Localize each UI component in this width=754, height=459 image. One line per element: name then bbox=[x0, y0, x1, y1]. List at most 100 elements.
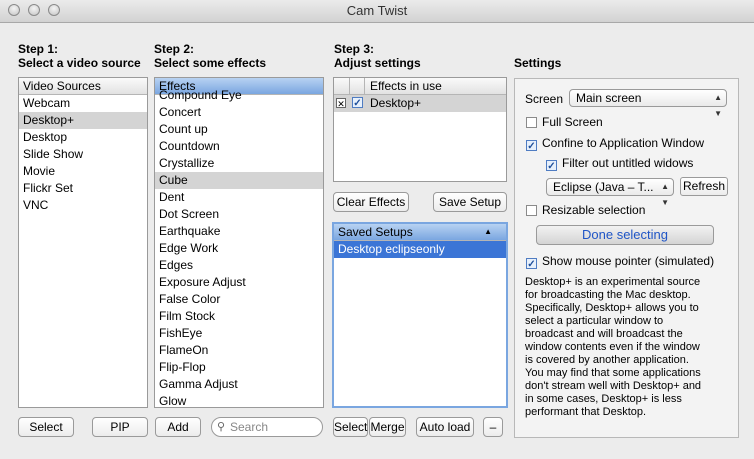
filter-option[interactable]: ✓ Filter out untitled widows bbox=[546, 156, 694, 172]
saved-setups-list[interactable]: Saved Setups ▲ Desktop eclipseonly bbox=[332, 222, 508, 408]
filter-checkbox[interactable]: ✓ bbox=[546, 160, 557, 172]
video-source-item[interactable]: Movie bbox=[19, 163, 147, 180]
add-effect-button[interactable]: Add bbox=[155, 417, 201, 437]
remove-setup-button[interactable]: – bbox=[483, 417, 503, 437]
effect-item[interactable]: Compound Eye bbox=[155, 87, 323, 104]
step2-heading-line2: Select some effects bbox=[154, 56, 267, 70]
effect-item[interactable]: Exposure Adjust bbox=[155, 274, 323, 291]
effect-item[interactable]: Edge Work bbox=[155, 240, 323, 257]
video-source-item[interactable]: Slide Show bbox=[19, 146, 147, 163]
video-source-item[interactable]: Desktop bbox=[19, 129, 147, 146]
description-line: broadcast and will broadcast the bbox=[525, 328, 683, 340]
effect-item[interactable]: Gamma Adjust bbox=[155, 376, 323, 393]
effect-item[interactable]: Film Stock bbox=[155, 308, 323, 325]
full-screen-checkbox[interactable] bbox=[526, 117, 537, 128]
clear-effects-button[interactable]: Clear Effects bbox=[333, 192, 409, 212]
filter-label: Filter out untitled widows bbox=[562, 156, 694, 170]
effect-in-use-row[interactable]: ✕ ✓ Desktop+ bbox=[334, 95, 506, 112]
step3-heading: Step 3: Adjust settings bbox=[334, 42, 421, 70]
effects-in-use-header-label: Effects in use bbox=[370, 79, 442, 93]
step1-heading: Step 1: Select a video source bbox=[18, 42, 141, 70]
step3-heading-line2: Adjust settings bbox=[334, 56, 421, 70]
video-sources-header[interactable]: Video Sources bbox=[19, 78, 147, 95]
resizable-option[interactable]: Resizable selection bbox=[526, 203, 645, 217]
effect-item[interactable]: FlameOn bbox=[155, 342, 323, 359]
show-pointer-label: Show mouse pointer (simulated) bbox=[542, 254, 715, 268]
effect-enabled-checkbox[interactable]: ✓ bbox=[352, 97, 363, 109]
pip-button[interactable]: PIP bbox=[92, 417, 148, 437]
saved-setups-items: Desktop eclipseonly bbox=[334, 241, 506, 258]
video-source-item[interactable]: Desktop+ bbox=[19, 112, 147, 129]
column-divider bbox=[349, 78, 350, 94]
description-line: Specifically, Desktop+ allows you to bbox=[525, 302, 699, 314]
confine-label: Confine to Application Window bbox=[542, 136, 705, 150]
saved-setups-header[interactable]: Saved Setups ▲ bbox=[334, 224, 506, 241]
step1-heading-line2: Select a video source bbox=[18, 56, 141, 70]
step2-heading: Step 2: Select some effects bbox=[154, 42, 266, 70]
effect-item[interactable]: Crystallize bbox=[155, 155, 323, 172]
effect-item[interactable]: Dent bbox=[155, 189, 323, 206]
effects-list[interactable]: Effects Compound Eye Concert Count up Count… bbox=[154, 77, 324, 408]
title-bar: Cam Twist bbox=[0, 0, 754, 23]
description-line: You may find that some applications bbox=[525, 367, 701, 379]
window-popup[interactable]: Eclipse (Java – T... ▲ ▼ bbox=[546, 178, 674, 207]
popup-arrows-icon: ▲ ▼ bbox=[714, 93, 722, 118]
effect-item[interactable]: Count up bbox=[155, 121, 323, 138]
description-line: in some cases, Desktop+ is less bbox=[525, 393, 682, 405]
description-line: select a particular window to bbox=[525, 315, 664, 327]
effects-search-input[interactable]: ⚲ Search bbox=[211, 417, 323, 437]
description-line: for broadcasting the Mac desktop. bbox=[525, 289, 691, 301]
step1-heading-line1: Step 1: bbox=[18, 42, 59, 56]
effects-in-use-header[interactable]: Effects in use bbox=[334, 78, 506, 95]
effect-in-use-label: Desktop+ bbox=[370, 96, 422, 110]
merge-setup-button[interactable]: Merge bbox=[369, 417, 406, 437]
effect-item[interactable]: Flip-Flop bbox=[155, 359, 323, 376]
effects-items: Compound Eye Concert Count up Countdown Crys… bbox=[155, 87, 323, 407]
refresh-button[interactable]: Refresh bbox=[680, 177, 728, 196]
video-sources-items: Webcam Desktop+ Desktop Slide Show Movie Flic… bbox=[19, 95, 147, 214]
column-divider bbox=[364, 78, 365, 94]
video-sources-list[interactable]: Video Sources Webcam Desktop+ Desktop Slide… bbox=[18, 77, 148, 408]
video-source-item[interactable]: Webcam bbox=[19, 95, 147, 112]
effect-item[interactable]: Cube bbox=[155, 172, 323, 189]
resizable-checkbox[interactable] bbox=[526, 205, 537, 216]
screen-label: Screen bbox=[525, 92, 564, 106]
select-setup-button[interactable]: Select bbox=[333, 417, 368, 437]
effects-in-use-table[interactable]: Effects in use ✕ ✓ Desktop+ bbox=[333, 77, 507, 182]
auto-load-button[interactable]: Auto load bbox=[416, 417, 474, 437]
save-setup-button[interactable]: Save Setup bbox=[433, 192, 507, 212]
settings-panel: Screen Main screen ▲ ▼ Full Screen ✓ Confi… bbox=[514, 78, 739, 438]
effect-item[interactable]: Dot Screen bbox=[155, 206, 323, 223]
effect-item[interactable]: Glow bbox=[155, 393, 323, 407]
effect-item[interactable]: Earthquake bbox=[155, 223, 323, 240]
window-popup-value: Eclipse (Java – T... bbox=[553, 180, 654, 194]
effect-item[interactable]: Edges bbox=[155, 257, 323, 274]
step3-heading-line1: Step 3: bbox=[334, 42, 375, 56]
saved-setups-header-label: Saved Setups bbox=[338, 225, 413, 239]
show-pointer-option[interactable]: ✓ Show mouse pointer (simulated) bbox=[526, 254, 715, 270]
window-title: Cam Twist bbox=[346, 3, 408, 18]
screen-popup[interactable]: Main screen ▲ ▼ bbox=[569, 89, 727, 118]
confine-option[interactable]: ✓ Confine to Application Window bbox=[526, 136, 705, 152]
effect-item[interactable]: Countdown bbox=[155, 138, 323, 155]
effects-in-use-items: ✕ ✓ Desktop+ bbox=[334, 95, 506, 112]
video-source-item[interactable]: VNC bbox=[19, 197, 147, 214]
saved-setup-item[interactable]: Desktop eclipseonly bbox=[334, 241, 506, 258]
video-source-item[interactable]: Flickr Set bbox=[19, 180, 147, 197]
full-screen-option[interactable]: Full Screen bbox=[526, 115, 603, 129]
screen-popup-value: Main screen bbox=[576, 91, 642, 105]
confine-checkbox[interactable]: ✓ bbox=[526, 140, 537, 152]
description-line: don't stream well with Desktop+ and bbox=[525, 380, 702, 392]
show-pointer-checkbox[interactable]: ✓ bbox=[526, 258, 537, 270]
search-placeholder: Search bbox=[230, 420, 269, 434]
resizable-label: Resizable selection bbox=[542, 203, 646, 217]
source-description: Desktop+ is an experimental source for br… bbox=[525, 276, 737, 419]
done-selecting-button[interactable]: Done selecting bbox=[536, 225, 714, 245]
select-source-button[interactable]: Select bbox=[18, 417, 74, 437]
effect-item[interactable]: False Color bbox=[155, 291, 323, 308]
remove-effect-icon[interactable]: ✕ bbox=[336, 98, 346, 109]
effect-item[interactable]: FishEye bbox=[155, 325, 323, 342]
effect-item[interactable]: Concert bbox=[155, 104, 323, 121]
description-line: Desktop+ is an experimental source bbox=[525, 276, 701, 288]
cam-twist-window: Cam Twist Step 1: Select a video source … bbox=[0, 0, 754, 459]
